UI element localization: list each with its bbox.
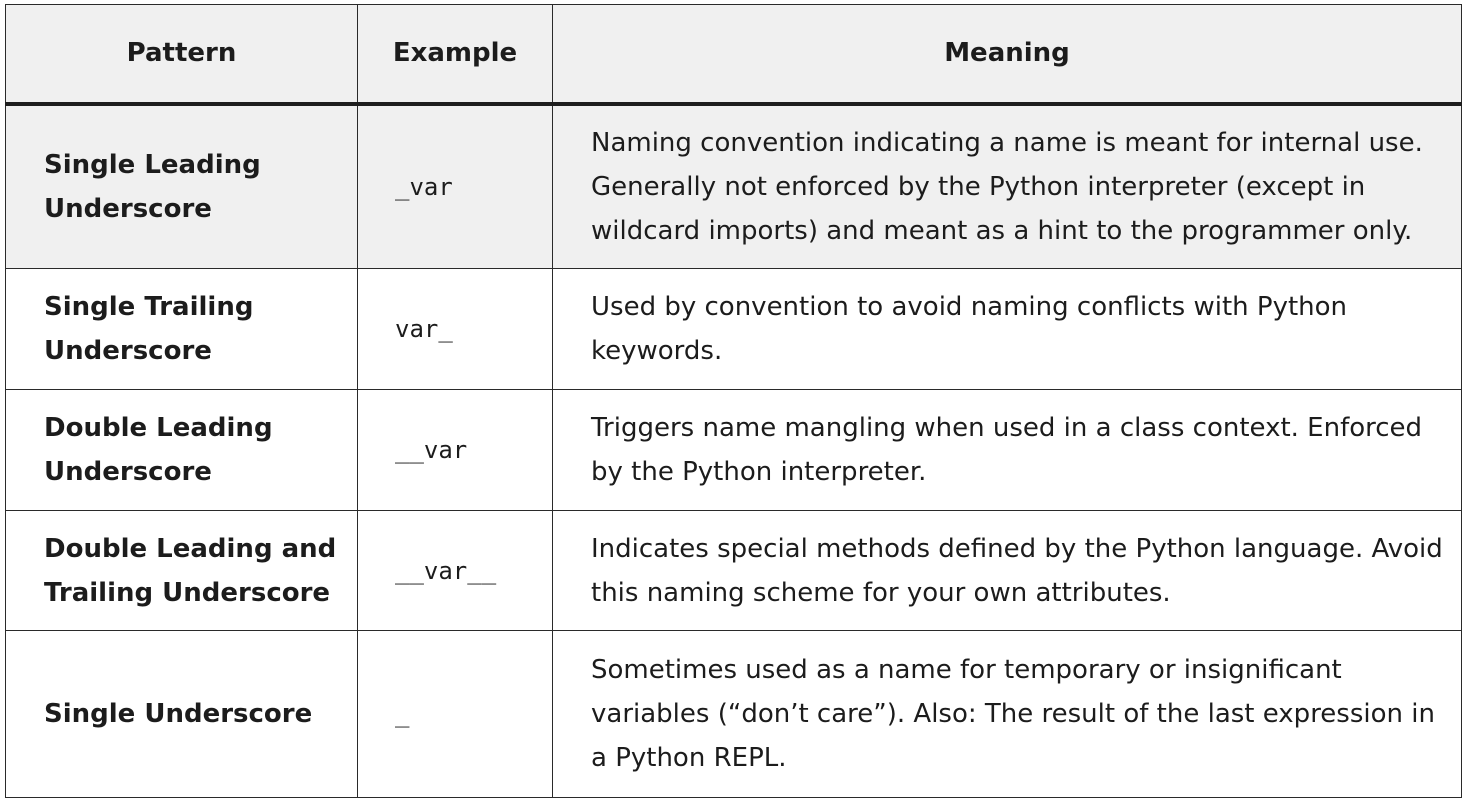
pattern-cell: Single Trailing Underscore xyxy=(5,268,358,390)
table-row: Single Trailing Underscore var_ Used by … xyxy=(5,268,1462,390)
pattern-cell: Double Leading and Trailing Underscore xyxy=(5,510,358,631)
pattern-cell: Single Leading Underscore xyxy=(5,103,358,269)
example-cell: _ xyxy=(357,630,553,798)
example-cell: _var xyxy=(357,103,553,269)
pattern-cell: Double Leading Underscore xyxy=(5,389,358,511)
table-body: Single Leading Underscore _var Naming co… xyxy=(5,103,1462,798)
table-row: Double Leading and Trailing Underscore _… xyxy=(5,510,1462,631)
example-cell: __var xyxy=(357,389,553,511)
table-row: Double Leading Underscore __var Triggers… xyxy=(5,389,1462,511)
meaning-cell: Sometimes used as a name for temporary o… xyxy=(552,630,1462,798)
meaning-cell: Used by convention to avoid naming confl… xyxy=(552,268,1462,390)
table-row: Single Underscore _ Sometimes used as a … xyxy=(5,630,1462,798)
header-row: Pattern Example Meaning xyxy=(5,4,1462,106)
table-row: Single Leading Underscore _var Naming co… xyxy=(5,103,1462,269)
header-pattern: Pattern xyxy=(5,4,358,106)
meaning-cell: Naming convention indicating a name is m… xyxy=(552,103,1462,269)
table-header: Pattern Example Meaning xyxy=(5,4,1462,106)
pattern-cell: Single Underscore xyxy=(5,630,358,798)
underscore-patterns-table: Pattern Example Meaning Single Leading U… xyxy=(5,4,1462,798)
meaning-cell: Indicates special methods defined by the… xyxy=(552,510,1462,631)
header-meaning: Meaning xyxy=(552,4,1462,106)
meaning-cell: Triggers name mangling when used in a cl… xyxy=(552,389,1462,511)
header-example: Example xyxy=(357,4,553,106)
example-cell: var_ xyxy=(357,268,553,390)
example-cell: __var__ xyxy=(357,510,553,631)
